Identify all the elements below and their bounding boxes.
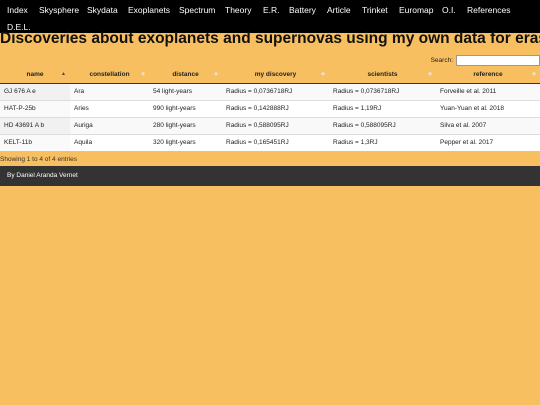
cell-constellation: Aries xyxy=(70,99,149,117)
column-header-label: name xyxy=(26,71,44,79)
cell-my-discovery: Radius = 0,0736718RJ xyxy=(222,82,329,100)
sort-ascending-icon: ▲ xyxy=(61,71,66,77)
column-header-scientists[interactable]: scientists ◆ xyxy=(329,67,436,84)
column-header-constellation[interactable]: constellation ◆ xyxy=(70,67,149,84)
sort-both-icon: ◆ xyxy=(428,71,432,77)
table-row: HAT-P-25b Aries 990 light-years Radius =… xyxy=(0,99,540,117)
nav-link-oi[interactable]: O.I. xyxy=(442,5,456,15)
cell-distance: 280 light-years xyxy=(149,116,222,134)
table-info: Showing 1 to 4 of 4 entries xyxy=(0,156,77,163)
nav-link-references[interactable]: References xyxy=(467,5,510,15)
nav-link-battery[interactable]: Battery xyxy=(289,5,316,15)
cell-name: HD 43691 A b xyxy=(0,116,70,134)
cell-constellation: Ara xyxy=(70,82,149,100)
column-header-label: distance xyxy=(172,71,199,79)
cell-my-discovery: Radius = 0,588095RJ xyxy=(222,116,329,134)
search-input[interactable] xyxy=(456,54,540,66)
sort-both-icon: ◆ xyxy=(321,71,325,77)
cell-distance: 54 light-years xyxy=(149,82,222,100)
page-title-text: Discoveries about exoplanets and superno… xyxy=(0,30,540,47)
column-header-name[interactable]: name ▲ xyxy=(0,67,70,84)
search-bar: Search: xyxy=(431,54,540,66)
cell-reference: Pepper et al. 2017 xyxy=(436,133,540,151)
nav-link-euromap[interactable]: Euromap xyxy=(399,5,434,15)
table-header-row: name ▲ constellation ◆ distance ◆ my discov… xyxy=(0,67,540,84)
table-row: HD 43691 A b Auriga 280 light-years Radi… xyxy=(0,116,540,134)
footer-text: By Daniel Aranda Vernet xyxy=(7,172,78,179)
cell-reference: Silva et al. 2007 xyxy=(436,116,540,134)
sort-both-icon: ◆ xyxy=(141,71,145,77)
column-header-label: scientists xyxy=(367,71,398,79)
cell-constellation: Aquila xyxy=(70,133,149,151)
cell-my-discovery: Radius = 0,142888RJ xyxy=(222,99,329,117)
nav-link-article[interactable]: Article xyxy=(327,5,351,15)
column-header-reference[interactable]: reference ◆ xyxy=(436,67,540,84)
nav-link-skysphere[interactable]: Skysphere xyxy=(39,5,79,15)
cell-reference: Yuan-Yuan et al. 2018 xyxy=(436,99,540,117)
nav-link-theory[interactable]: Theory xyxy=(225,5,251,15)
sort-both-icon: ◆ xyxy=(532,71,536,77)
cell-reference: Forveille et al. 2011 xyxy=(436,82,540,100)
sort-both-icon: ◆ xyxy=(214,71,218,77)
cell-my-discovery: Radius = 0,165451RJ xyxy=(222,133,329,151)
nav-link-spectrum[interactable]: Spectrum xyxy=(179,5,215,15)
column-header-label: constellation xyxy=(89,71,130,79)
page-title: Discoveries about exoplanets and superno… xyxy=(0,30,540,48)
nav-link-trinket[interactable]: Trinket xyxy=(362,5,388,15)
column-header-my-discovery[interactable]: my discovery ◆ xyxy=(222,67,329,84)
table-row: KELT-11b Aquila 320 light-years Radius =… xyxy=(0,133,540,151)
cell-name: KELT-11b xyxy=(0,133,70,151)
nav-link-er[interactable]: E.R. xyxy=(263,5,280,15)
cell-constellation: Auriga xyxy=(70,116,149,134)
column-header-label: reference xyxy=(473,71,503,79)
nav-link-exoplanets[interactable]: Exoplanets xyxy=(128,5,170,15)
exoplanet-table: name ▲ constellation ◆ distance ◆ my discov… xyxy=(0,67,540,151)
search-label: Search: xyxy=(430,56,453,64)
cell-scientists: Radius = 1,19RJ xyxy=(329,99,436,117)
nav-link-skydata[interactable]: Skydata xyxy=(87,5,118,15)
cell-distance: 990 light-years xyxy=(149,99,222,117)
column-header-label: my discovery xyxy=(254,71,297,79)
cell-scientists: Radius = 0,588095RJ xyxy=(329,116,436,134)
nav-link-index[interactable]: Index xyxy=(7,5,28,15)
table-row: GJ 676 A e Ara 54 light-years Radius = 0… xyxy=(0,82,540,100)
page-footer: By Daniel Aranda Vernet xyxy=(0,166,540,186)
top-navigation: Index Skysphere Skydata Exoplanets Spect… xyxy=(0,0,540,33)
column-header-distance[interactable]: distance ◆ xyxy=(149,67,222,84)
cell-scientists: Radius = 0,0736718RJ xyxy=(329,82,436,100)
cell-scientists: Radius = 1,3RJ xyxy=(329,133,436,151)
cell-name: GJ 676 A e xyxy=(0,82,70,100)
cell-distance: 320 light-years xyxy=(149,133,222,151)
cell-name: HAT-P-25b xyxy=(0,99,70,117)
